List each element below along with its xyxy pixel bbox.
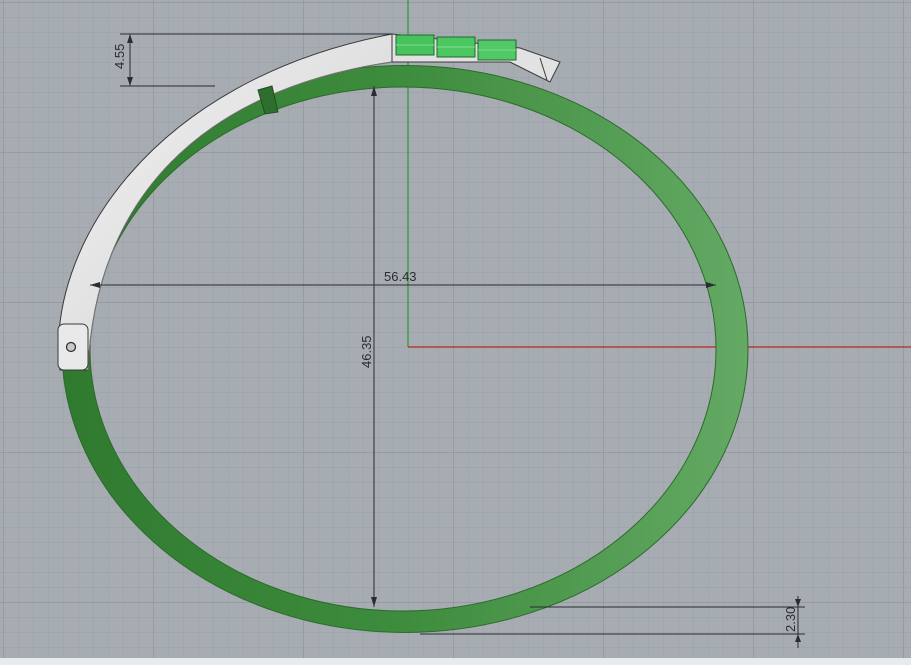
major-grid [0,0,911,665]
viewport-bottom-edge [0,658,911,665]
dimension-label-thickness: 2.30 [783,607,798,632]
dimension-label-width: 56.43 [384,269,417,284]
dimension-label-height: 46.35 [359,335,374,368]
hinge-pin[interactable] [65,341,77,353]
dimension-label-offset: 4.55 [112,44,127,69]
viewport-canvas[interactable]: 56.43 46.35 4.55 2.30 [0,0,911,665]
top-viewport[interactable]: 56.43 46.35 4.55 2.30 [0,0,911,665]
